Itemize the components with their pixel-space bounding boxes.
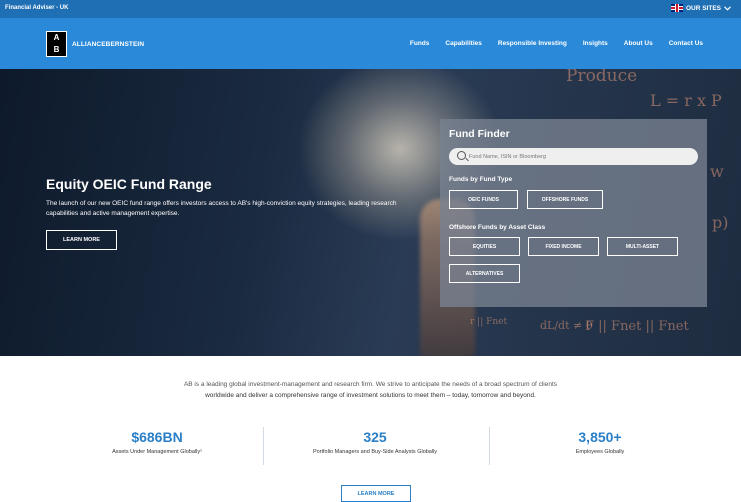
nav-contact-us[interactable]: Contact Us — [669, 40, 703, 47]
audience-label[interactable]: Financial Adviser - UK — [5, 5, 68, 11]
stat-aum-label: Assets Under Management Globally¹ — [112, 449, 202, 455]
alternatives-button[interactable]: ALTERNATIVES — [449, 264, 520, 283]
hero-formula-2: L = r x P — [650, 91, 722, 110]
main-navbar: A B ALLIANCEBERNSTEIN Funds Capabilities… — [0, 18, 741, 69]
nav-funds[interactable]: Funds — [410, 40, 430, 47]
hero-banner: Produce L = r x P w p) dL/dt ≠ 0 F || Fn… — [0, 69, 741, 356]
hero-learn-more-button[interactable]: LEARN MORE — [46, 230, 117, 250]
primary-nav: Funds Capabilities Responsible Investing… — [410, 40, 703, 47]
stat-analysts: 325 Portfolio Managers and Buy-Side Anal… — [290, 429, 460, 455]
ab-logo-icon: A B — [46, 31, 67, 57]
stat-divider-1 — [263, 427, 264, 465]
top-utility-bar: Financial Adviser - UK OUR SITES — [0, 0, 741, 18]
stat-divider-2 — [489, 427, 490, 465]
stat-analysts-label: Portfolio Managers and Buy-Side Analysts… — [312, 449, 438, 455]
chevron-down-icon — [724, 5, 731, 11]
hero-formula-3: w — [710, 162, 724, 181]
fund-finder-panel: Fund Finder Funds by Fund Type OEIC FUND… — [440, 119, 707, 307]
hero-title: Equity OEIC Fund Range — [46, 176, 212, 192]
nav-responsible-investing[interactable]: Responsible Investing — [498, 40, 567, 47]
nav-capabilities[interactable]: Capabilities — [445, 40, 481, 47]
equities-button[interactable]: EQUITIES — [449, 237, 520, 256]
fund-finder-title: Fund Finder — [449, 128, 510, 140]
hero-formula-7: r || Fnet — [470, 317, 508, 327]
logo-letter-top: A — [53, 33, 60, 42]
about-text-line-1: AB is a leading global investment-manage… — [183, 381, 558, 388]
funds-by-asset-heading: Offshore Funds by Asset Class — [449, 224, 546, 231]
stat-employees-value: 3,850+ — [578, 429, 622, 445]
hero-description: The launch of our new OEIC fund range of… — [46, 200, 397, 217]
our-sites-label: OUR SITES — [685, 4, 721, 12]
search-icon — [457, 151, 466, 160]
brand-name: ALLIANCEBERNSTEIN — [72, 40, 145, 48]
stat-employees-label: Employees Globally — [575, 449, 625, 455]
our-sites-menu[interactable]: OUR SITES — [670, 4, 731, 12]
funds-by-type-heading: Funds by Fund Type — [449, 176, 513, 183]
stat-aum-value: $686BN — [131, 429, 183, 445]
multi-asset-button[interactable]: MULTI-ASSET — [607, 237, 678, 256]
hero-formula-1: Produce — [566, 69, 638, 86]
fund-search-box[interactable] — [449, 148, 698, 165]
stat-analysts-value: 325 — [363, 429, 387, 445]
oeic-funds-button[interactable]: OEIC FUNDS — [449, 190, 518, 209]
nav-insights[interactable]: Insights — [583, 40, 608, 47]
nav-about-us[interactable]: About Us — [624, 40, 653, 47]
stat-employees: 3,850+ Employees Globally — [515, 429, 685, 455]
about-learn-more-button[interactable]: LEARN MORE — [341, 485, 411, 502]
offshore-funds-button[interactable]: OFFSHORE FUNDS — [527, 190, 603, 209]
uk-flag-icon — [670, 4, 683, 12]
hero-formula-4: p) — [712, 213, 729, 232]
fixed-income-button[interactable]: FIXED INCOME — [528, 237, 599, 256]
fund-search-input[interactable] — [469, 151, 689, 162]
stat-aum: $686BN Assets Under Management Globally¹ — [72, 429, 242, 455]
logo-letter-bottom: B — [53, 45, 60, 54]
site-logo[interactable]: A B ALLIANCEBERNSTEIN — [46, 31, 144, 57]
hero-formula-6: F || Fnet || Fnet — [585, 319, 689, 334]
about-text-line-2: worldwide and deliver a comprehensive ra… — [205, 392, 536, 399]
